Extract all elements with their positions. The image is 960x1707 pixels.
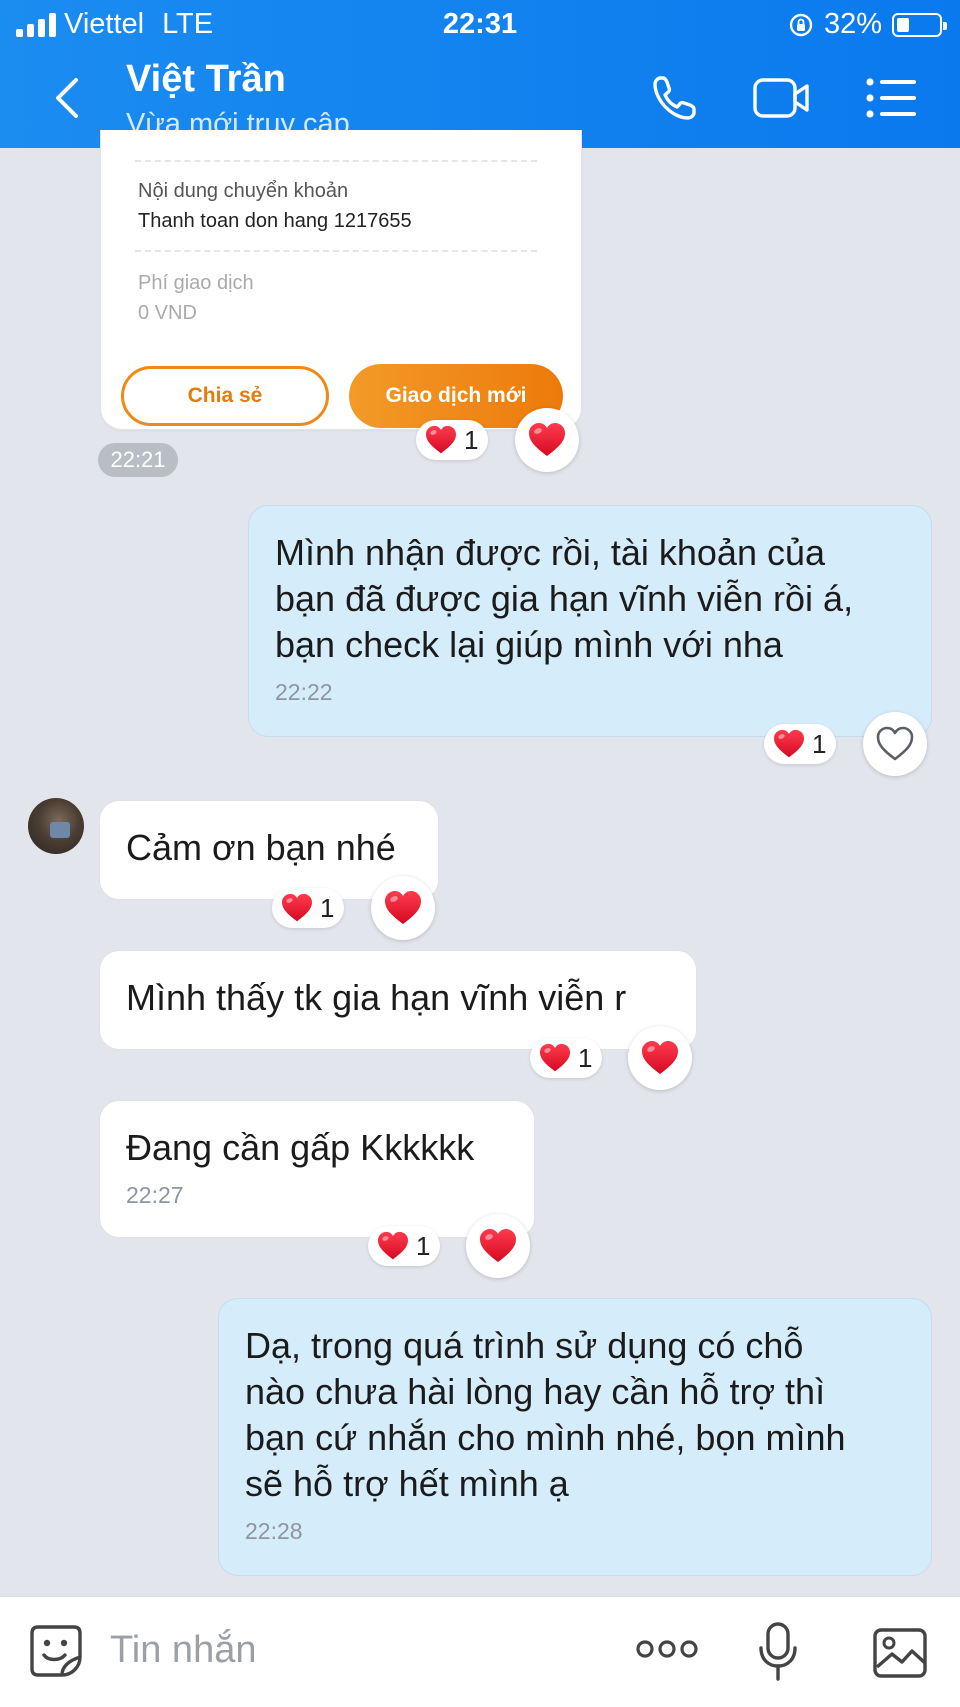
contact-name[interactable]: Việt Trần [126, 58, 286, 101]
image-icon[interactable] [872, 1627, 928, 1679]
microphone-icon[interactable] [756, 1621, 800, 1683]
message-text-line: Mình nhận được rồi, tài khoản của [275, 532, 826, 573]
react-heart-button[interactable] [515, 408, 579, 472]
divider [135, 250, 537, 252]
status-bar: Viettel LTE 22:31 32% [0, 0, 960, 50]
back-chevron-icon[interactable] [48, 72, 88, 124]
share-button[interactable]: Chia sẻ [121, 366, 329, 426]
reaction-count-value: 1 [464, 424, 479, 455]
message-time: 22:27 [126, 1182, 184, 1208]
message-text: Mình thấy tk gia hạn vĩnh viễn r [126, 977, 627, 1018]
message-text-line: bạn đã được gia hạn vĩnh viễn rồi á, [275, 578, 854, 619]
outgoing-message-bubble[interactable]: Mình nhận được rồi, tài khoản của bạn đã… [248, 505, 932, 737]
transfer-receipt-card[interactable]: Nội dung chuyển khoản Thanh toan don han… [100, 130, 582, 430]
outgoing-message-bubble[interactable]: Dạ, trong quá trình sử dụng có chỗ nào c… [218, 1298, 932, 1576]
video-call-icon[interactable] [752, 72, 810, 124]
incoming-message-bubble[interactable]: Đang cần gấp Kkkkkk 22:27 [99, 1100, 535, 1238]
heart-icon [478, 1228, 518, 1264]
message-text-line: bạn cứ nhắn cho mình nhé, bọn mình [245, 1417, 846, 1458]
fee-label: Phí giao dịch [138, 272, 254, 294]
message-text-line: bạn check lại giúp mình với nha [275, 624, 783, 665]
message-input[interactable]: Tin nhắn [110, 1629, 256, 1672]
message-time: 22:28 [245, 1518, 303, 1544]
heart-icon [376, 1231, 410, 1261]
heart-icon [772, 729, 806, 759]
react-heart-button[interactable] [371, 876, 435, 940]
message-input-bar: Tin nhắn [0, 1596, 960, 1707]
message-text-line: sẽ hỗ trợ hết mình ạ [245, 1463, 569, 1504]
sticker-icon[interactable] [28, 1623, 84, 1679]
battery-icon [892, 12, 947, 37]
rotation-lock-icon [789, 13, 813, 36]
status-right: 32% [788, 8, 947, 41]
avatar[interactable] [28, 798, 84, 854]
react-heart-outline-button[interactable] [863, 712, 927, 776]
incoming-message-bubble[interactable]: Mình thấy tk gia hạn vĩnh viễn r [99, 950, 697, 1050]
fee-value: 0 VND [138, 302, 197, 324]
phone-icon[interactable] [648, 72, 706, 124]
reaction-count[interactable]: 1 [272, 888, 345, 928]
message-text: Đang cần gấp Kkkkkk [126, 1127, 475, 1168]
menu-list-icon[interactable] [862, 72, 920, 124]
divider [135, 160, 537, 162]
reaction-count-value: 1 [320, 892, 335, 923]
message-text-line: nào chưa hài lòng hay cần hỗ trợ thì [245, 1371, 826, 1412]
transfer-content-value: Thanh toan don hang 1217655 [138, 210, 412, 232]
message-time: 22:22 [275, 679, 333, 705]
react-heart-button[interactable] [628, 1026, 692, 1090]
message-text: Cảm ơn bạn nhé [126, 827, 396, 868]
reaction-count[interactable]: 1 [764, 724, 837, 764]
heart-icon [527, 422, 567, 458]
heart-icon [280, 893, 314, 923]
reaction-count[interactable]: 1 [530, 1038, 603, 1078]
more-dots-icon[interactable] [636, 1637, 698, 1661]
message-time-pill: 22:21 [98, 443, 178, 477]
reaction-count-value: 1 [578, 1042, 593, 1073]
reaction-count-value: 1 [416, 1230, 431, 1261]
reaction-count[interactable]: 1 [416, 420, 489, 460]
heart-icon [424, 425, 458, 455]
heart-icon [538, 1043, 572, 1073]
message-text-line: Dạ, trong quá trình sử dụng có chỗ [245, 1325, 804, 1366]
battery-percent: 32% [823, 8, 882, 40]
heart-outline-icon [876, 726, 914, 761]
react-heart-button[interactable] [466, 1214, 530, 1278]
heart-icon [383, 890, 423, 926]
reaction-count[interactable]: 1 [368, 1226, 441, 1266]
transfer-content-label: Nội dung chuyển khoản [138, 180, 349, 202]
heart-icon [640, 1040, 680, 1076]
chat-header: Viettel LTE 22:31 32% Việt Trần Vừa mới … [0, 0, 960, 148]
reaction-count-value: 1 [812, 728, 827, 759]
